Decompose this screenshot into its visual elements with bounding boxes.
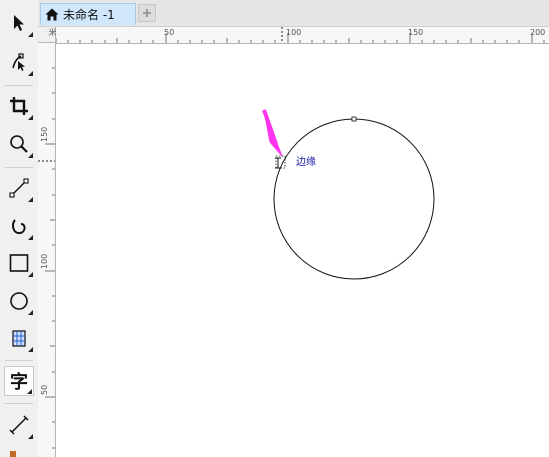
dimension-tool-button[interactable] — [4, 410, 34, 440]
text-icon: 字 — [10, 372, 28, 393]
dimension-line-icon — [9, 415, 29, 435]
vruler-label-100: 100 — [40, 254, 49, 269]
hruler-label-200: 200 — [530, 28, 545, 37]
horizontal-ruler[interactable]: 50 100 150 200 — [56, 27, 549, 44]
document-tab-title: 未命名 -1 — [63, 8, 115, 22]
ellipse-icon — [10, 292, 28, 310]
shape-tool-button[interactable] — [4, 47, 34, 77]
toolbox: 字 — [0, 0, 39, 457]
ellipse-tool-button[interactable] — [4, 286, 34, 316]
vertical-ruler[interactable]: 150 100 50 — [38, 43, 56, 457]
table-tool-button[interactable] — [4, 323, 34, 353]
new-tab-button[interactable] — [138, 4, 156, 22]
hruler-label-150: 150 — [408, 28, 423, 37]
plus-icon — [143, 9, 151, 17]
curve-icon — [11, 219, 26, 235]
artistic-media-tool-button[interactable] — [4, 211, 34, 241]
hruler-label-50: 50 — [164, 28, 174, 37]
zoom-tool-button[interactable] — [4, 129, 34, 159]
arrow-pointer-icon — [14, 15, 24, 31]
vruler-label-50: 50 — [40, 385, 49, 395]
ruler-unit-label: 米 — [48, 28, 57, 36]
rectangle-icon — [9, 254, 29, 272]
crop-icon — [10, 97, 28, 115]
color-swatch-fragment — [10, 451, 16, 457]
home-icon — [45, 8, 59, 21]
rectangle-tool-button[interactable] — [4, 248, 34, 278]
snap-label: 边缘 — [296, 155, 316, 168]
freehand-tool-button[interactable] — [4, 173, 34, 203]
vruler-label-150: 150 — [40, 127, 49, 142]
hruler-label-100: 100 — [286, 28, 301, 37]
line-pen-icon — [9, 178, 29, 198]
crop-tool-button[interactable] — [4, 91, 34, 121]
pick-tool-button[interactable] — [4, 8, 34, 38]
top-node-handle[interactable] — [351, 116, 357, 122]
document-tab-bar: 未命名 -1 — [38, 0, 549, 27]
drawing-canvas[interactable]: 边缘 — [56, 44, 549, 457]
text-tool-button[interactable]: 字 — [4, 366, 34, 396]
node-edit-icon — [12, 53, 25, 71]
ellipse-object[interactable] — [273, 118, 435, 280]
table-grid-icon — [12, 330, 26, 347]
document-tab[interactable]: 未命名 -1 — [40, 3, 136, 25]
magnifier-icon — [10, 135, 28, 153]
